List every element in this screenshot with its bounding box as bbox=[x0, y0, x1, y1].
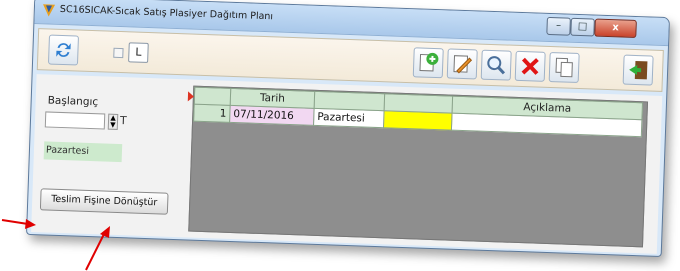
row-index: 1 bbox=[193, 104, 231, 123]
start-label: Başlangıç bbox=[47, 94, 99, 109]
close-window-button[interactable]: x bbox=[594, 18, 637, 39]
plan-grid[interactable]: Tarih Açıklama 1 07/11/2016 Pazartesi bbox=[187, 85, 649, 248]
edit-button[interactable] bbox=[446, 48, 478, 80]
toolbar-checkbox[interactable] bbox=[113, 47, 124, 59]
date-spinner[interactable]: ▲ ▼ bbox=[107, 113, 119, 130]
form-body: Başlangıç ▲ ▼ T Pazartesi Teslim Fişine D… bbox=[31, 74, 663, 254]
add-button[interactable] bbox=[412, 47, 444, 79]
t-checkbox[interactable]: T bbox=[120, 114, 127, 127]
convert-to-delivery-button[interactable]: Teslim Fişine Dönüştür bbox=[39, 188, 169, 215]
exit-button[interactable] bbox=[622, 54, 654, 86]
row-selector-icon bbox=[187, 91, 195, 102]
edit-icon bbox=[453, 55, 473, 74]
plan-table: Tarih Açıklama 1 07/11/2016 Pazartesi bbox=[193, 87, 643, 138]
row-date[interactable]: 07/11/2016 bbox=[229, 105, 315, 126]
search-button[interactable] bbox=[480, 49, 512, 81]
col-header-index[interactable] bbox=[194, 87, 231, 106]
maximize-button[interactable]: □ bbox=[570, 17, 595, 37]
row-day[interactable]: Pazartesi bbox=[313, 108, 385, 128]
search-icon bbox=[487, 56, 506, 75]
minimize-button[interactable]: – bbox=[546, 16, 571, 36]
screenshot-stage: SC16SICAK-Sıcak Satış Plasiyer Dağıtım P… bbox=[0, 0, 680, 271]
copy-button[interactable] bbox=[548, 51, 580, 84]
refresh-icon bbox=[56, 43, 71, 57]
window-title: SC16SICAK-Sıcak Satış Plasiyer Dağıtım P… bbox=[59, 3, 274, 23]
delete-button[interactable] bbox=[514, 50, 546, 82]
add-icon bbox=[419, 52, 439, 72]
refresh-button[interactable] bbox=[47, 34, 79, 66]
l-button[interactable]: L bbox=[128, 42, 149, 63]
exit-icon bbox=[629, 60, 648, 80]
delete-icon bbox=[521, 57, 539, 75]
app-logo-icon bbox=[43, 4, 56, 17]
row-flag[interactable] bbox=[383, 110, 453, 131]
day-name-field: Pazartesi bbox=[43, 141, 123, 163]
start-date-input[interactable] bbox=[44, 111, 106, 130]
app-window: SC16SICAK-Sıcak Satış Plasiyer Dağıtım P… bbox=[26, 0, 670, 258]
copy-icon bbox=[555, 57, 573, 78]
